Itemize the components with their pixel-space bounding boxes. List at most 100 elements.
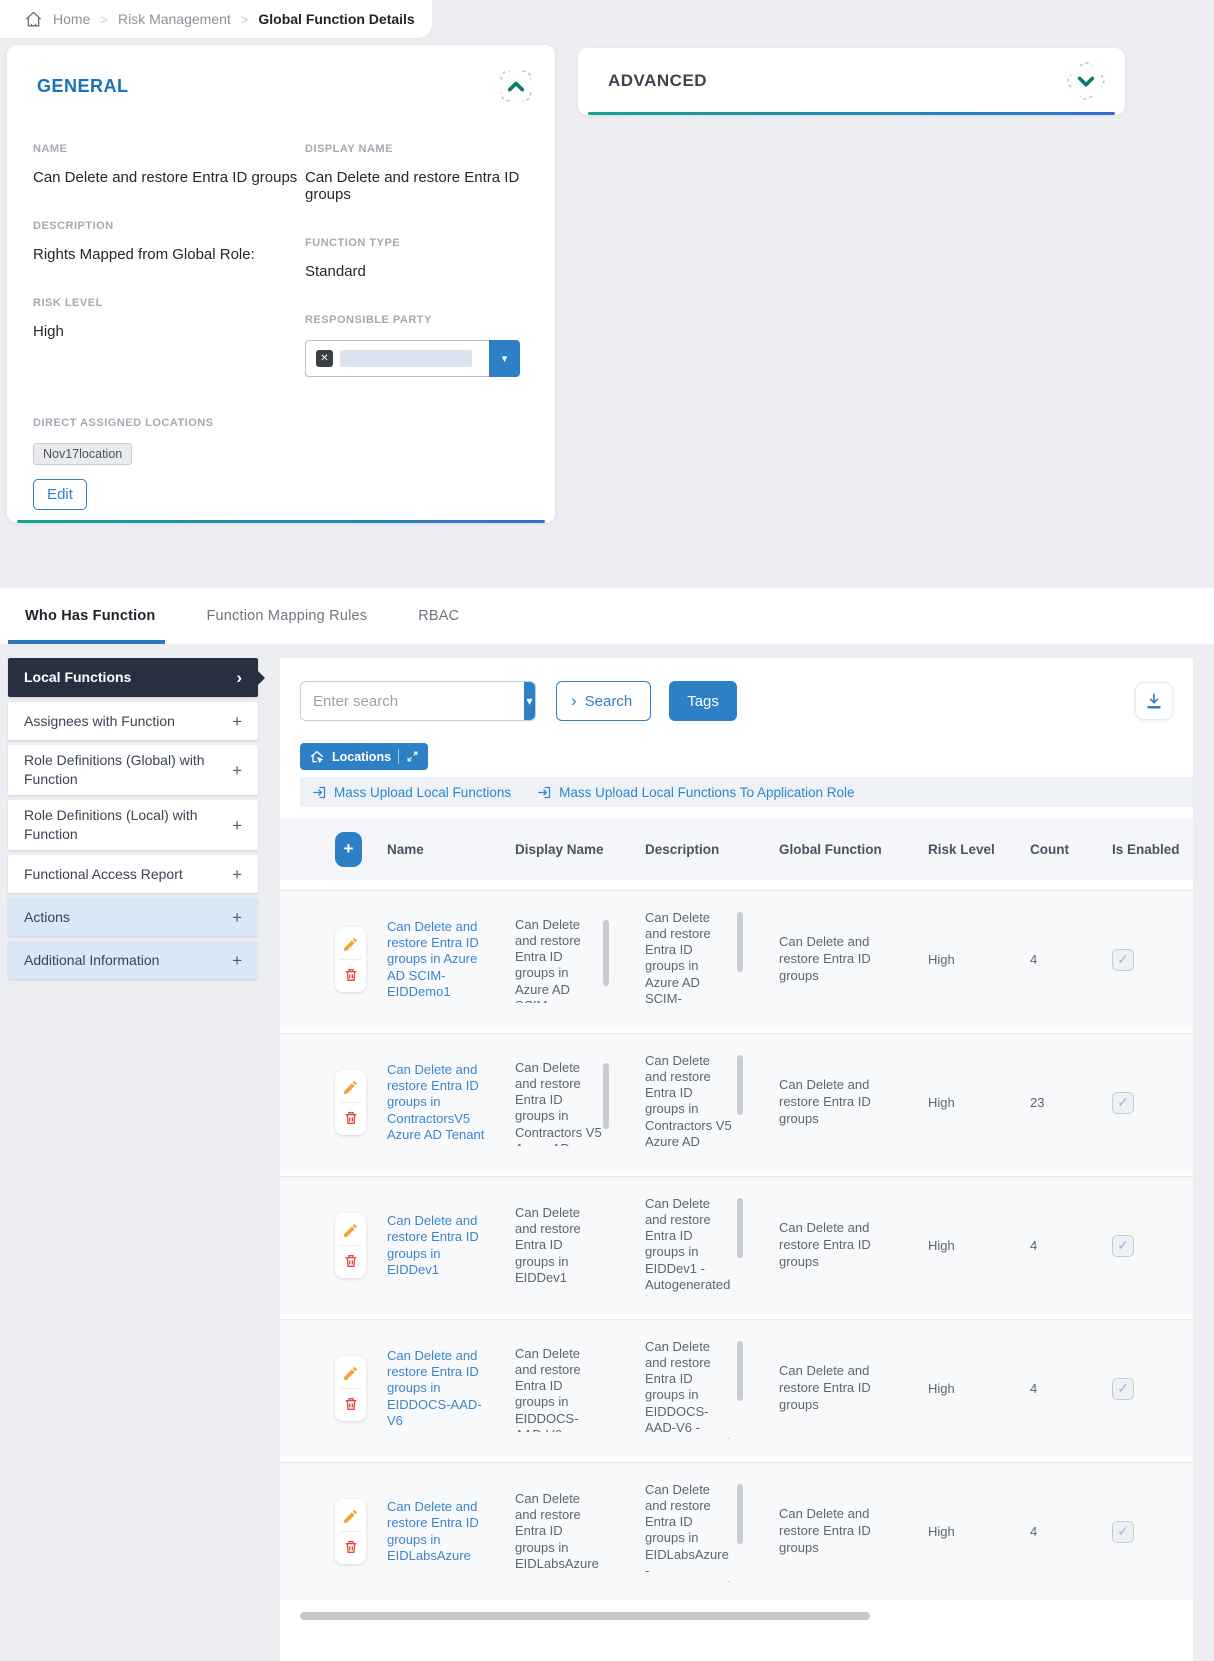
trash-icon (343, 1396, 359, 1412)
sidebar-item-role-definitions-local[interactable]: Role Definitions (Local) with Function + (8, 800, 258, 850)
function-name-link[interactable]: Can Delete and restore Entra ID groups i… (387, 919, 487, 1000)
is-enabled-checkbox[interactable]: ✓ (1112, 949, 1134, 971)
advanced-panel-title: ADVANCED (608, 71, 707, 91)
table-header: + Name Display Name Description Global F… (280, 818, 1193, 880)
pencil-icon (342, 1365, 359, 1382)
row-actions (335, 1070, 366, 1135)
home-icon[interactable] (24, 10, 43, 29)
edit-row-button[interactable] (340, 1505, 362, 1527)
general-panel: GENERAL NAME Can Delete and restore Entr… (7, 45, 555, 523)
risk-level-cell: High (928, 1095, 1030, 1110)
edit-row-button[interactable] (340, 1362, 362, 1384)
edit-row-button[interactable] (340, 1076, 362, 1098)
function-name-link[interactable]: Can Delete and restore Entra ID groups i… (387, 1499, 487, 1564)
remove-party-icon[interactable]: ✕ (316, 350, 333, 367)
is-enabled-checkbox[interactable]: ✓ (1112, 1521, 1134, 1543)
responsible-party-label: RESPONSIBLE PARTY (305, 314, 525, 326)
row-actions (335, 1499, 366, 1564)
delete-row-button[interactable] (340, 1250, 362, 1272)
cell-scrollbar[interactable] (737, 912, 743, 972)
tab-function-mapping-rules[interactable]: Function Mapping Rules (181, 588, 393, 644)
plus-icon: + (232, 909, 242, 926)
tags-button[interactable]: Tags (669, 681, 737, 721)
sidebar-item-additional-information[interactable]: Additional Information + (8, 941, 258, 979)
column-header-count[interactable]: Count (1030, 842, 1112, 857)
delete-row-button[interactable] (340, 1536, 362, 1558)
sidebar-item-assignees-with-function[interactable]: Assignees with Function + (8, 702, 258, 740)
plus-icon: + (232, 817, 242, 834)
sidebar-item-actions[interactable]: Actions + (8, 898, 258, 936)
cell-scrollbar[interactable] (603, 1063, 609, 1129)
column-header-display-name[interactable]: Display Name (515, 842, 645, 857)
horizontal-scrollbar[interactable] (300, 1612, 870, 1620)
cell-scrollbar[interactable] (737, 1198, 743, 1258)
delete-row-button[interactable] (340, 1393, 362, 1415)
column-header-is-enabled[interactable]: Is Enabled (1112, 842, 1193, 857)
sidebar-item-local-functions[interactable]: Local Functions › (8, 658, 258, 697)
edit-row-button[interactable] (340, 933, 362, 955)
mass-upload-local-functions-link[interactable]: Mass Upload Local Functions (312, 785, 511, 800)
search-input[interactable] (301, 682, 524, 720)
cell-scrollbar[interactable] (737, 1484, 743, 1544)
edit-locations-button[interactable]: Edit (33, 479, 87, 510)
column-header-global-function[interactable]: Global Function (779, 842, 928, 857)
search-dropdown-caret-icon[interactable]: ▾ (524, 682, 535, 720)
active-tab-underline (8, 640, 165, 644)
selected-item-notch (258, 671, 265, 685)
function-type-label: FUNCTION TYPE (305, 237, 525, 249)
tab-who-has-function[interactable]: Who Has Function (0, 588, 181, 644)
search-button[interactable]: › Search (556, 681, 651, 721)
global-function-cell: Can Delete and restore Entra ID groups (779, 1077, 897, 1128)
sidebar-item-functional-access-report[interactable]: Functional Access Report + (8, 855, 258, 893)
column-header-description[interactable]: Description (645, 842, 779, 857)
mass-upload-to-application-role-link[interactable]: Mass Upload Local Functions To Applicati… (537, 785, 854, 800)
mass-upload-band: Mass Upload Local Functions Mass Upload … (300, 777, 1193, 807)
is-enabled-checkbox[interactable]: ✓ (1112, 1235, 1134, 1257)
card-gradient-border (588, 112, 1115, 115)
add-local-function-button[interactable]: + (335, 832, 362, 867)
chevron-up-icon (497, 67, 535, 105)
display-name-cell: Can Delete and restore Entra ID groups i… (515, 1060, 603, 1146)
tab-rbac[interactable]: RBAC (393, 588, 485, 644)
collapse-general-button[interactable] (497, 67, 535, 105)
edit-row-button[interactable] (340, 1219, 362, 1241)
trash-icon (343, 967, 359, 983)
function-name-link[interactable]: Can Delete and restore Entra ID groups i… (387, 1213, 487, 1278)
locations-filter-chip[interactable]: Locations (300, 743, 428, 770)
risk-level-value: High (33, 323, 305, 340)
column-header-name[interactable]: Name (387, 842, 515, 857)
table-row: Can Delete and restore Entra ID groups i… (280, 1033, 1193, 1171)
expand-advanced-button[interactable] (1067, 62, 1105, 100)
breadcrumb-separator-icon: > (100, 12, 108, 27)
check-icon: ✓ (1117, 1523, 1129, 1540)
is-enabled-checkbox[interactable]: ✓ (1112, 1092, 1134, 1114)
function-name-link[interactable]: Can Delete and restore Entra ID groups i… (387, 1348, 487, 1429)
tab-bar: Who Has Function Function Mapping Rules … (0, 588, 1214, 644)
delete-row-button[interactable] (340, 964, 362, 986)
responsible-party-select[interactable]: ✕ ▾ (305, 340, 520, 377)
cell-scrollbar[interactable] (603, 920, 609, 986)
display-name-cell: Can Delete and restore Entra ID groups i… (515, 917, 603, 1003)
breadcrumb-home[interactable]: Home (53, 11, 90, 27)
plus-icon: + (232, 866, 242, 883)
check-icon: ✓ (1117, 951, 1129, 968)
cell-scrollbar[interactable] (737, 1341, 743, 1401)
party-dropdown-caret-icon[interactable]: ▾ (489, 340, 520, 377)
is-enabled-checkbox[interactable]: ✓ (1112, 1378, 1134, 1400)
pencil-icon (342, 1508, 359, 1525)
column-header-risk-level[interactable]: Risk Level (928, 842, 1030, 857)
risk-level-label: RISK LEVEL (33, 297, 305, 309)
download-button[interactable] (1135, 682, 1173, 720)
risk-level-cell: High (928, 1524, 1030, 1539)
table-body: Can Delete and restore Entra ID groups i… (280, 890, 1193, 1605)
function-name-link[interactable]: Can Delete and restore Entra ID groups i… (387, 1062, 487, 1143)
risk-level-cell: High (928, 1381, 1030, 1396)
breadcrumb-risk-management[interactable]: Risk Management (118, 11, 231, 27)
name-value: Can Delete and restore Entra ID groups (33, 169, 305, 186)
delete-row-button[interactable] (340, 1107, 362, 1129)
cell-scrollbar[interactable] (737, 1055, 743, 1115)
global-function-cell: Can Delete and restore Entra ID groups (779, 1363, 897, 1414)
sidebar-item-role-definitions-global[interactable]: Role Definitions (Global) with Function … (8, 745, 258, 795)
pencil-icon (342, 1079, 359, 1096)
action-divider (339, 1102, 362, 1103)
